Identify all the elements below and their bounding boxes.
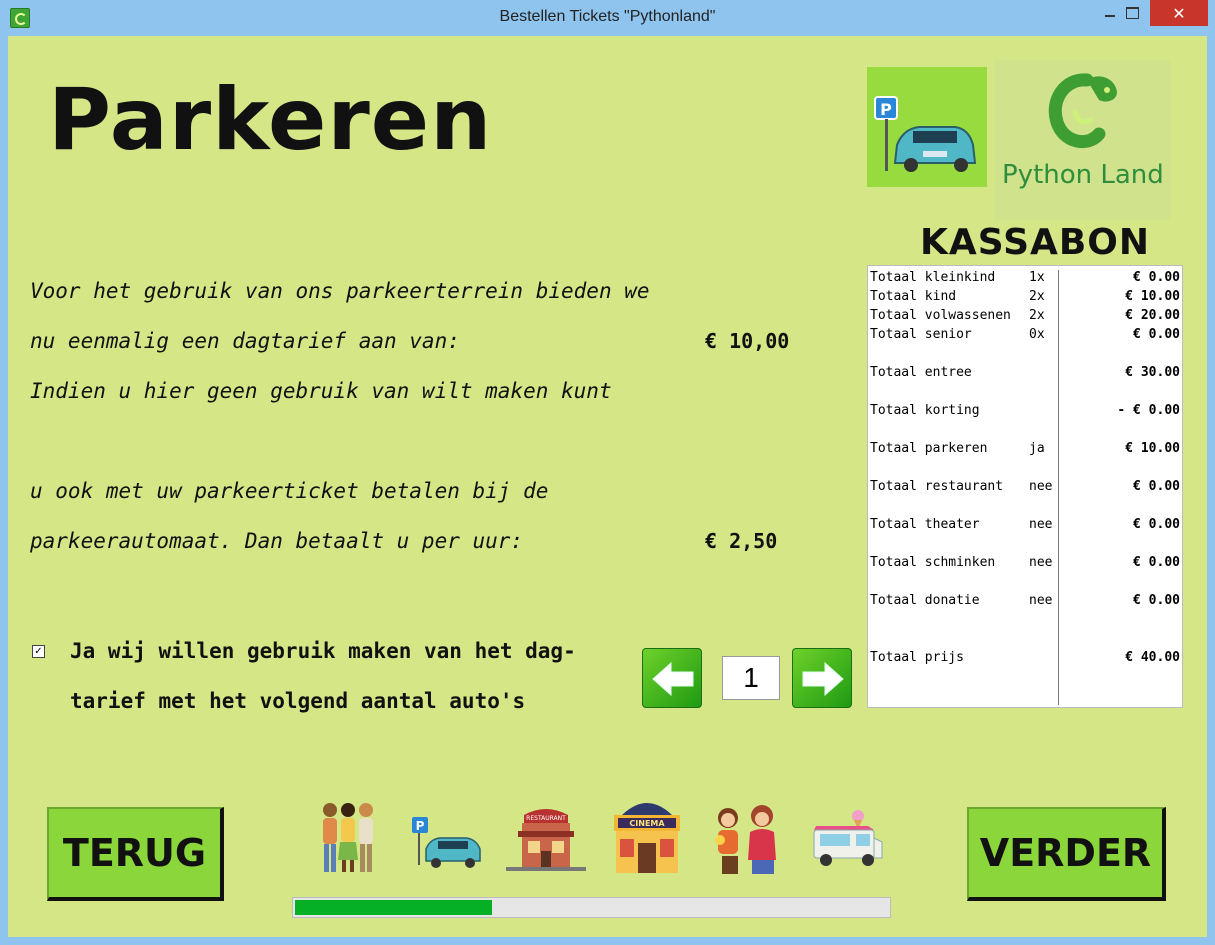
receipt-label: Totaal entree (870, 365, 972, 380)
receipt-row: Totaal parkeren ja € 10.00 (868, 441, 1182, 459)
day-rate-price: € 10,00 (705, 329, 790, 353)
receipt-row: Totaal kind 2x € 10.00 (868, 289, 1182, 307)
receipt-label: Totaal kleinkind (870, 270, 996, 285)
svg-text:CINEMA: CINEMA (629, 819, 665, 828)
receipt-row: Totaal kleinkind 1x € 0.00 (868, 270, 1182, 288)
people-icon (323, 803, 373, 872)
hourly-rate-price: € 2,50 (705, 529, 778, 553)
receipt-amount: € 0.00 (1133, 327, 1180, 342)
checkbox-label-line-2[interactable]: tarief met het volgend aantal auto's (70, 689, 525, 713)
receipt-amount: € 20.00 (1125, 308, 1180, 323)
receipt-row: Totaal korting - € 0.00 (868, 403, 1182, 421)
receipt-qty: nee (1029, 593, 1053, 608)
parking-car-image: P (867, 67, 987, 187)
day-rate-checkbox[interactable]: ✓ (32, 645, 45, 658)
car-count-field[interactable]: 1 (722, 656, 780, 700)
receipt-qty: 0x (1029, 327, 1045, 342)
receipt-row: Totaal volwassenen 2x € 20.00 (868, 308, 1182, 326)
receipt-amount: € 10.00 (1125, 289, 1180, 304)
receipt-row: Totaal senior 0x € 0.00 (868, 327, 1182, 345)
svg-text:P: P (880, 100, 892, 119)
receipt-amount: € 0.00 (1133, 479, 1180, 494)
title-bar: Bestellen Tickets "Pythonland" ✕ (0, 0, 1215, 36)
face-paint-icon (715, 805, 776, 874)
info-line-3: Indien u hier geen gebruik van wilt make… (30, 379, 612, 403)
receipt-qty: 2x (1029, 289, 1045, 304)
receipt-row: Totaal entree € 30.00 (868, 365, 1182, 383)
receipt-label: Totaal korting (870, 403, 980, 418)
receipt-amount: € 0.00 (1133, 517, 1180, 532)
receipt-label: Totaal donatie (870, 593, 980, 608)
progress-bar (292, 897, 891, 918)
python-land-logo (995, 60, 1170, 220)
back-button[interactable]: TERUG (47, 807, 224, 901)
cinema-icon: CINEMA (614, 803, 680, 873)
receipt-label: Totaal prijs (870, 650, 964, 665)
ice-cream-truck-icon (813, 810, 883, 866)
checkbox-label-line-1[interactable]: Ja wij willen gebruik maken van het dag- (70, 639, 576, 663)
svg-text:RESTAURANT: RESTAURANT (526, 815, 566, 822)
receipt-label: Totaal volwassenen (870, 308, 1011, 323)
receipt-qty: nee (1029, 555, 1053, 570)
receipt-label: Totaal theater (870, 517, 980, 532)
receipt-amount: € 0.00 (1133, 593, 1180, 608)
receipt-amount: € 40.00 (1125, 650, 1180, 665)
receipt-qty: nee (1029, 479, 1053, 494)
receipt-amount: - € 0.00 (1117, 403, 1180, 418)
page-title: Parkeren (48, 70, 493, 170)
receipt-row: Totaal schminken nee € 0.00 (868, 555, 1182, 573)
close-button[interactable]: ✕ (1150, 0, 1208, 26)
receipt-amount: € 30.00 (1125, 365, 1180, 380)
svg-text:P: P (416, 819, 425, 833)
parking-icon: P (412, 817, 481, 868)
receipt-amount: € 0.00 (1133, 270, 1180, 285)
info-line-5: parkeerautomaat. Dan betaalt u per uur: (30, 529, 524, 553)
restaurant-icon: RESTAURANT (506, 809, 586, 871)
receipt-panel: Totaal kleinkind 1x € 0.00 Totaal kind 2x € … (867, 265, 1183, 708)
logo-text: Python Land (1002, 160, 1164, 190)
receipt-qty: 2x (1029, 308, 1045, 323)
increase-cars-button[interactable] (792, 648, 852, 708)
receipt-label: Totaal schminken (870, 555, 996, 570)
receipt-row: Totaal restaurant nee € 0.00 (868, 479, 1182, 497)
receipt-qty: ja (1029, 441, 1045, 456)
arrow-right-icon (802, 661, 844, 697)
receipt-label: Totaal restaurant (870, 479, 1004, 494)
decrease-cars-button[interactable] (642, 648, 702, 708)
progress-fill (295, 900, 492, 915)
receipt-row: Totaal donatie nee € 0.00 (868, 593, 1182, 611)
receipt-title: KASSABON (920, 222, 1151, 263)
receipt-amount: € 10.00 (1125, 441, 1180, 456)
receipt-row: Totaal theater nee € 0.00 (868, 517, 1182, 535)
receipt-qty: 1x (1029, 270, 1045, 285)
receipt-amount: € 0.00 (1133, 555, 1180, 570)
receipt-label: Totaal kind (870, 289, 957, 304)
info-line-4: u ook met uw parkeerticket betalen bij d… (30, 479, 549, 503)
receipt-row-total: Totaal prijs € 40.00 (868, 650, 1182, 668)
window-title: Bestellen Tickets "Pythonland" (499, 8, 716, 25)
arrow-left-icon (652, 661, 694, 697)
info-line-2: nu eenmalig een dagtarief aan van: (30, 329, 460, 353)
receipt-qty: nee (1029, 517, 1053, 532)
info-line-1: Voor het gebruik van ons parkeerterrein … (30, 279, 650, 303)
next-button[interactable]: VERDER (967, 807, 1166, 901)
receipt-label: Totaal senior (870, 327, 972, 342)
maximize-button[interactable] (1115, 0, 1150, 26)
receipt-label: Totaal parkeren (870, 441, 988, 456)
